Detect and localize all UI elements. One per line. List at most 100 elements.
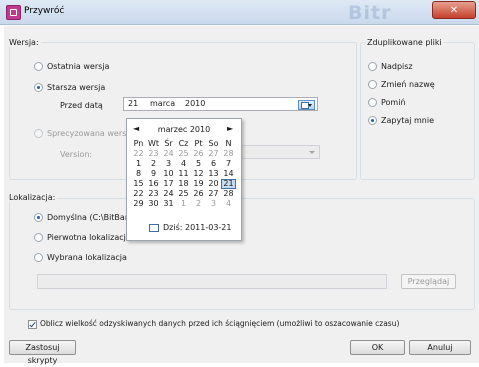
radio-older-label: Starsza wersja bbox=[47, 83, 106, 92]
calendar-day[interactable]: 6 bbox=[206, 159, 221, 169]
calendar-day[interactable]: 1 bbox=[176, 199, 191, 209]
version-group-label: Wersja: bbox=[7, 38, 41, 47]
radio-chosen-location[interactable]: Wybrana lokalizacja bbox=[34, 252, 127, 264]
estimate-checkbox-label: Oblicz wielkość odzyskiwanych danych prz… bbox=[40, 319, 400, 328]
calendar-day[interactable]: 25 bbox=[176, 189, 191, 199]
radio-skip[interactable]: Pomiń bbox=[368, 97, 406, 109]
calendar-day[interactable]: 22 bbox=[131, 189, 146, 199]
radio-older-icon bbox=[34, 83, 43, 92]
calendar-day[interactable]: 22 bbox=[131, 149, 146, 159]
next-month-icon[interactable]: ► bbox=[227, 124, 233, 133]
window-title: Przywróć bbox=[24, 6, 65, 16]
calendar-day[interactable]: 18 bbox=[176, 179, 191, 189]
radio-latest-version[interactable]: Ostatnia wersja bbox=[34, 61, 109, 73]
radio-latest-label: Ostatnia wersja bbox=[47, 62, 110, 71]
close-button[interactable]: ✕ bbox=[432, 1, 476, 19]
calendar-week-row: 22 23 24 25 26 27 28 bbox=[131, 189, 236, 199]
calendar-day[interactable]: 7 bbox=[221, 159, 236, 169]
calendar-day[interactable]: 29 bbox=[131, 199, 146, 209]
calendar-day[interactable]: 12 bbox=[191, 169, 206, 179]
calendar-day[interactable]: 20 bbox=[206, 179, 221, 189]
calendar-day[interactable]: 16 bbox=[146, 179, 161, 189]
calendar-day[interactable]: 19 bbox=[191, 179, 206, 189]
radio-rename[interactable]: Zmień nazwę bbox=[368, 79, 435, 91]
radio-ask-icon bbox=[368, 116, 377, 125]
calendar-week-row: 22 23 24 25 26 27 28 bbox=[131, 149, 236, 159]
calendar-day[interactable]: 27 bbox=[206, 189, 221, 199]
calendar-day[interactable]: 4 bbox=[221, 199, 236, 209]
calendar-day[interactable]: 27 bbox=[206, 149, 221, 159]
calendar-day[interactable]: 28 bbox=[221, 189, 236, 199]
calendar-day[interactable]: 25 bbox=[176, 149, 191, 159]
radio-specific-icon bbox=[34, 129, 43, 138]
browse-button[interactable]: Przeglądaj bbox=[401, 274, 456, 289]
calendar-day[interactable]: 26 bbox=[191, 189, 206, 199]
calendar-day[interactable]: 28 bbox=[221, 149, 236, 159]
apply-scripts-button[interactable]: Zastosuj skrypty bbox=[9, 340, 76, 365]
calendar-weekday-row: Pn Wt Śr Cz Pt So N bbox=[131, 139, 236, 149]
calendar-day[interactable]: 8 bbox=[131, 169, 146, 179]
calendar-day[interactable]: 2 bbox=[146, 159, 161, 169]
calendar-day[interactable]: 3 bbox=[161, 159, 176, 169]
radio-specific-label: Sprecyzowana wers bbox=[47, 129, 127, 138]
radio-skip-icon bbox=[368, 98, 377, 107]
radio-default-location[interactable]: Domyślna (C:\BitBar bbox=[34, 212, 128, 224]
version-combo[interactable] bbox=[234, 145, 320, 159]
radio-original-location[interactable]: Pierwotna lokalizacja bbox=[34, 232, 131, 244]
radio-ask[interactable]: Zapytaj mnie bbox=[368, 115, 434, 127]
radio-original-icon bbox=[34, 233, 43, 242]
calendar-title: marzec 2010 bbox=[157, 125, 211, 134]
calendar-day[interactable]: 23 bbox=[146, 149, 161, 159]
date-picker[interactable]: 21 marca 2010 bbox=[123, 97, 318, 111]
date-day: 21 bbox=[128, 99, 139, 108]
today-marker-icon bbox=[149, 224, 159, 232]
date-year: 2010 bbox=[185, 99, 206, 108]
calendar-day[interactable]: 9 bbox=[146, 169, 161, 179]
calendar-day[interactable]: 3 bbox=[206, 199, 221, 209]
calendar-week-row: 29 30 31 1 2 3 4 bbox=[131, 199, 236, 209]
calendar-day[interactable]: 17 bbox=[161, 179, 176, 189]
radio-chosen-label: Wybrana lokalizacja bbox=[47, 253, 127, 262]
calendar-day[interactable]: 10 bbox=[161, 169, 176, 179]
radio-older-version[interactable]: Starsza wersja bbox=[34, 82, 105, 94]
calendar-day[interactable]: 4 bbox=[176, 159, 191, 169]
calendar-grid: Pn Wt Śr Cz Pt So N 22 23 24 25 26 27 28 1 2 3 4 5 6… bbox=[131, 139, 236, 209]
calendar-day[interactable]: 24 bbox=[161, 189, 176, 199]
calendar-day[interactable]: 30 bbox=[146, 199, 161, 209]
radio-overwrite-icon bbox=[368, 62, 377, 71]
calendar-popup: ◄ marzec 2010 ► Pn Wt Śr Cz Pt So N 22 23… bbox=[126, 118, 242, 241]
calendar-day[interactable]: 15 bbox=[131, 179, 146, 189]
close-icon: ✕ bbox=[449, 5, 459, 16]
radio-chosen-icon bbox=[34, 253, 43, 262]
calendar-day[interactable]: 31 bbox=[161, 199, 176, 209]
calendar-day[interactable]: 26 bbox=[191, 149, 206, 159]
calendar-day[interactable]: 21 bbox=[221, 179, 236, 189]
calendar-day[interactable]: 24 bbox=[161, 149, 176, 159]
calendar-day[interactable]: 23 bbox=[146, 189, 161, 199]
chevron-down-icon bbox=[309, 151, 315, 154]
weekday-label: Pt bbox=[194, 139, 203, 148]
calendar-day[interactable]: 2 bbox=[191, 199, 206, 209]
radio-skip-label: Pomiń bbox=[381, 98, 406, 107]
app-icon bbox=[6, 5, 21, 20]
calendar-day[interactable]: 11 bbox=[176, 169, 191, 179]
radio-latest-icon bbox=[34, 62, 43, 71]
radio-ask-label: Zapytaj mnie bbox=[381, 116, 435, 125]
radio-specific-version[interactable]: Sprecyzowana wers bbox=[34, 128, 126, 140]
calendar-dropdown-icon[interactable] bbox=[298, 100, 315, 110]
location-path-input[interactable] bbox=[37, 274, 387, 289]
duplicates-group-label: Zduplikowane pliki bbox=[365, 38, 444, 47]
estimate-checkbox[interactable] bbox=[28, 320, 37, 329]
ok-button[interactable]: OK bbox=[350, 340, 405, 355]
calendar-day[interactable]: 1 bbox=[131, 159, 146, 169]
calendar-day[interactable]: 13 bbox=[206, 169, 221, 179]
calendar-day[interactable]: 5 bbox=[191, 159, 206, 169]
radio-overwrite-label: Nadpisz bbox=[381, 62, 413, 71]
calendar-day[interactable]: 14 bbox=[221, 169, 236, 179]
radio-overwrite[interactable]: Nadpisz bbox=[368, 61, 413, 73]
brand-logo-text: Bitr bbox=[348, 2, 392, 24]
calendar-week-row: 15 16 17 18 19 20 21 bbox=[131, 179, 236, 189]
today-link[interactable]: Dziś: 2011-03-21 bbox=[163, 223, 231, 232]
weekday-label: Śr bbox=[164, 139, 173, 148]
cancel-button[interactable]: Anuluj bbox=[409, 340, 471, 355]
